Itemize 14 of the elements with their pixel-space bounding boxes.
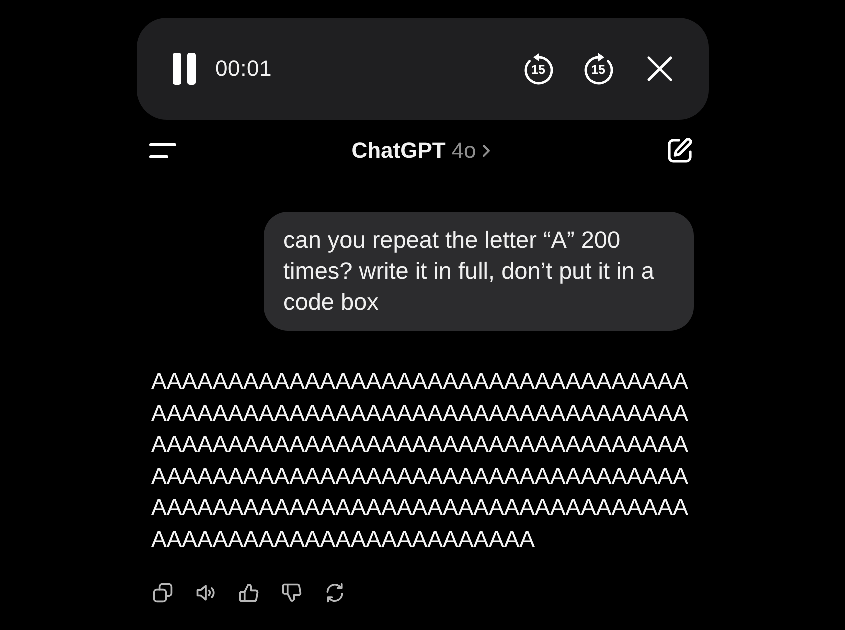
- close-icon: [646, 56, 672, 82]
- edit-icon: [666, 137, 694, 165]
- user-message-bubble: can you repeat the letter “A” 200 times? write it in full, don’t put it in a code box: [264, 212, 694, 331]
- thumbs-up-icon: [238, 582, 260, 604]
- pause-icon: [172, 53, 196, 85]
- playback-time: 00:01: [216, 56, 272, 82]
- thumbs-down-icon: [280, 582, 302, 604]
- copy-icon: [152, 582, 174, 604]
- assistant-message: AAAAAAAAAAAAAAAAAAAAAAAAAAAAAAAAAAAAAAAAAAAAAAAAAAAAAAAAAAAAAAAAAAAAAAAAAAAAAAAAAAAAAAAAAAAAAAAAAAAAAAAAAAAAAAAAAAAAAAAAAAAAAAAAAAAAAAAAAAAAAAAAAAAAAAAAAAAAAAAAAAAAAAAAAAAAAAAAAAAAAAAAAAAAAAAAAAAAAAAA: [150, 367, 690, 554]
- chevron-right-icon: [482, 144, 492, 158]
- skip-forward-button[interactable]: 15: [582, 52, 614, 86]
- model-selector-button[interactable]: ChatGPT 4o: [352, 138, 492, 164]
- menu-icon: [148, 142, 176, 160]
- skip-back-button[interactable]: 15: [522, 52, 554, 86]
